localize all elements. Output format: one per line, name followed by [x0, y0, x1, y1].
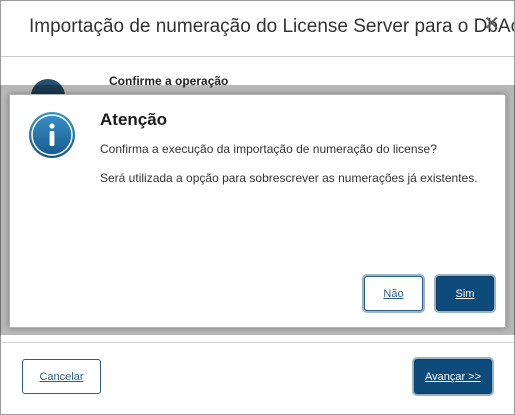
close-icon[interactable]: ✕	[483, 14, 500, 34]
no-button[interactable]: Não	[364, 276, 423, 311]
info-icon	[29, 112, 75, 158]
next-button[interactable]: Avançar >>	[414, 359, 492, 394]
cancel-button-label: Cancelar	[39, 370, 84, 383]
no-button-label: Não	[383, 287, 404, 300]
cancel-button[interactable]: Cancelar	[22, 359, 101, 394]
modal-message-question: Confirma a execução da importação de num…	[100, 142, 437, 156]
dialog-footer: Cancelar Avançar >>	[1, 342, 514, 414]
dialog-titlebar: Importação de numeração do License Serve…	[1, 1, 514, 57]
yes-button[interactable]: Sim	[436, 276, 494, 311]
confirmation-modal: Atenção Confirma a execução da importaçã…	[9, 94, 506, 328]
yes-button-label: Sim	[455, 287, 475, 300]
next-button-label: Avançar >>	[424, 370, 482, 383]
modal-title: Atenção	[100, 110, 168, 129]
modal-message-note: Será utilizada a opção para sobrescrever…	[100, 171, 478, 185]
dialog-title: Importação de numeração do License Serve…	[29, 16, 515, 37]
